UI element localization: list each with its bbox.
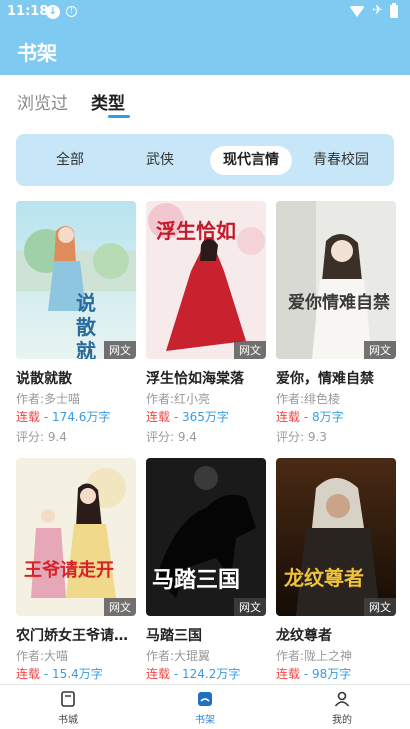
status-bar: 11:18 ↓ ! ✈: [0, 2, 410, 23]
nav-bookshelf-label: 书架: [195, 715, 215, 726]
book-title: 龙纹尊者: [276, 628, 332, 644]
word-count: 98万字: [311, 667, 352, 681]
bookshelf-icon: [198, 692, 212, 706]
nav-bookshelf[interactable]: 书架: [175, 690, 235, 726]
book-title: 浮生恰如海棠落: [146, 371, 244, 387]
word-count: 124.2万字: [181, 667, 241, 681]
filter-all[interactable]: 全部: [38, 146, 102, 175]
book-tag: 网文: [364, 341, 396, 359]
book-score: 评分: 9.4: [146, 430, 197, 444]
book-status: 连载 - 98万字: [276, 667, 352, 681]
book-cover[interactable]: 马踏三国 网文: [146, 458, 266, 616]
cover-title: 浮生恰如: [156, 219, 236, 243]
book-author: 作者:绯色棱: [276, 392, 341, 406]
book-status: 连载 - 365万字: [146, 410, 229, 424]
category-filter-bar: 全部 武侠 现代言情 青春校园: [16, 134, 394, 186]
word-count: 8万字: [311, 410, 344, 424]
serial-badge: 连载: [276, 667, 301, 681]
cover-title: 王爷请走开: [24, 560, 114, 581]
book-author: 作者:大喵: [16, 649, 69, 663]
tab-category[interactable]: 类型: [91, 89, 125, 114]
book-tag: 网文: [364, 598, 396, 616]
book-author: 作者:大琨翼: [146, 649, 211, 663]
book-author: 作者:红小亮: [146, 392, 211, 406]
store-icon: [61, 691, 75, 707]
bottom-navigation: 书城 书架 我的: [0, 684, 410, 729]
tab-indicator: [108, 115, 130, 118]
serial-badge: 连载: [16, 410, 41, 424]
serial-badge: 连载: [146, 667, 171, 681]
word-count: 365万字: [181, 410, 229, 424]
page-title: 书架: [17, 41, 57, 65]
book-cover[interactable]: 龙纹尊者 网文: [276, 458, 396, 616]
info-icon: !: [66, 6, 77, 17]
filter-campus[interactable]: 青春校园: [300, 146, 382, 175]
book-title: 说散就散: [16, 371, 72, 387]
book-author: 作者:陇上之神: [276, 649, 353, 663]
book-tag: 网文: [234, 598, 266, 616]
book-status: 连载 - 124.2万字: [146, 667, 241, 681]
cover-title: 马踏三国: [152, 567, 241, 593]
book-tag: 网文: [234, 341, 266, 359]
book-title: 马踏三国: [146, 628, 202, 644]
book-score: 评分: 9.4: [16, 430, 67, 444]
nav-store[interactable]: 书城: [38, 690, 98, 726]
serial-badge: 连载: [16, 667, 41, 681]
serial-badge: 连载: [276, 410, 301, 424]
word-count: 15.4万字: [51, 667, 103, 681]
serial-badge: 连载: [146, 410, 171, 424]
book-cover[interactable]: 爱你情难自禁 网文: [276, 201, 396, 359]
filter-wuxia[interactable]: 武侠: [128, 146, 192, 175]
tab-history[interactable]: 浏览过: [17, 89, 68, 114]
book-score: 评分: 9.3: [276, 430, 327, 444]
airplane-icon: ✈: [372, 3, 383, 18]
download-icon: ↓: [46, 5, 60, 19]
nav-store-label: 书城: [58, 715, 78, 726]
cover-title: 爱你情难自禁: [288, 293, 390, 313]
battery-icon: [390, 2, 398, 18]
filter-modern-romance[interactable]: 现代言情: [210, 146, 292, 175]
book-status: 连载 - 15.4万字: [16, 667, 103, 681]
word-count: 174.6万字: [51, 410, 111, 424]
book-tag: 网文: [104, 598, 136, 616]
book-tag: 网文: [104, 341, 136, 359]
book-cover[interactable]: 说散就散 网文: [16, 201, 136, 359]
status-time: 11:18: [7, 4, 49, 19]
content-area: 全部 武侠 现代言情 青春校园 说散就散 网文 说散就散 作者:多士喵 连载 -…: [0, 122, 410, 684]
nav-profile-label: 我的: [332, 715, 352, 726]
book-status: 连载 - 8万字: [276, 410, 344, 424]
app-header: 11:18 ↓ ! ✈ 书架: [0, 0, 410, 75]
wifi-icon: [349, 5, 366, 17]
book-title: 爱你，情难自禁: [276, 371, 374, 387]
cover-title: 龙纹尊者: [284, 566, 364, 590]
book-title: 农门娇女王爷请走开: [16, 628, 140, 644]
book-cover[interactable]: 浮生恰如 网文: [146, 201, 266, 359]
top-tabs: 浏览过 类型: [0, 75, 410, 122]
nav-profile[interactable]: 我的: [312, 690, 372, 726]
book-status: 连载 - 174.6万字: [16, 410, 111, 424]
cover-title: 说散就散: [76, 291, 96, 359]
profile-icon: [334, 691, 350, 707]
book-author: 作者:多士喵: [16, 392, 81, 406]
book-cover[interactable]: 王爷请走开 网文: [16, 458, 136, 616]
